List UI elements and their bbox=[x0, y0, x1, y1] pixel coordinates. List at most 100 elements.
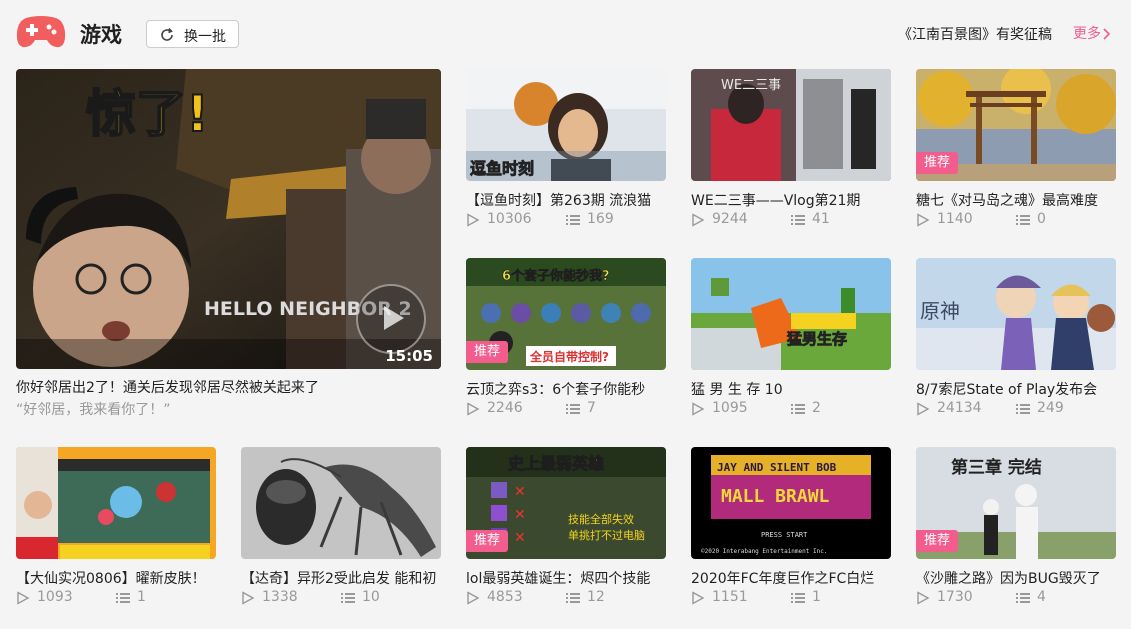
svg-text:逗鱼时刻: 逗鱼时刻 bbox=[470, 159, 534, 178]
video-stats: 1151 1 bbox=[691, 589, 891, 609]
svg-text:技能全部失效: 技能全部失效 bbox=[568, 512, 634, 526]
danmaku-count-value: 10 bbox=[362, 589, 380, 605]
danmaku-count-value: 1 bbox=[812, 589, 821, 605]
svg-text:全员自带控制?: 全员自带控制? bbox=[529, 349, 609, 364]
video-title[interactable]: 【大仙实况0806】曜新皮肤！ bbox=[16, 568, 216, 588]
play-count-value: 9244 bbox=[712, 211, 748, 227]
video-thumbnail[interactable]: 推荐 bbox=[916, 69, 1116, 181]
video-card[interactable]: JAY AND SILENT BOB MALL BRAWL PRESS START ©… bbox=[691, 447, 891, 617]
video-thumbnail[interactable]: 猛男生存 bbox=[691, 258, 891, 370]
svg-text:第三章 完结: 第三章 完结 bbox=[951, 457, 1042, 478]
video-thumbnail[interactable] bbox=[241, 447, 441, 559]
danmaku-icon bbox=[341, 593, 355, 603]
video-card[interactable]: 6个套子你能秒我? 全员自带控制? 推荐 云顶之弈s3：6个套子你能秒 2246 7 bbox=[466, 258, 666, 428]
video-card[interactable]: 原神 8/7索尼State of Play发布会 24134 249 bbox=[916, 258, 1116, 428]
play-count-icon bbox=[242, 591, 255, 605]
play-count-icon bbox=[467, 213, 480, 227]
video-stats: 1095 2 bbox=[691, 400, 891, 420]
play-count-icon bbox=[692, 402, 705, 416]
svg-text:✕: ✕ bbox=[514, 484, 526, 500]
refresh-icon bbox=[161, 27, 173, 41]
play-count-value: 1338 bbox=[262, 589, 298, 605]
play-count-value: 10306 bbox=[487, 211, 532, 227]
video-thumbnail[interactable]: 原神 bbox=[916, 258, 1116, 370]
video-title[interactable]: 糖七《对马岛之魂》最高难度 bbox=[916, 190, 1116, 210]
video-stats: 1140 0 bbox=[916, 211, 1116, 231]
refresh-button[interactable]: 换一批 bbox=[146, 20, 239, 48]
video-card[interactable]: 史上最弱英雄 ✕ ✕ ✕ 技能全部失效 单挑打不过电脑 推荐 lol最弱英雄诞生：烬四个技能 4… bbox=[466, 447, 666, 617]
danmaku-count-value: 249 bbox=[1037, 400, 1064, 416]
video-thumbnail[interactable]: 6个套子你能秒我? 全员自带控制? 推荐 bbox=[466, 258, 666, 370]
featured-title[interactable]: 你好邻居出2了！通关后发现邻居尽然被关起来了 bbox=[16, 377, 441, 397]
play-count-value: 1095 bbox=[712, 400, 748, 416]
featured-thumbnail[interactable]: 惊了! HELLO NEIGHBOR 2 15:05 bbox=[16, 69, 441, 369]
promo-link[interactable]: 《江南百景图》有奖征稿 bbox=[898, 24, 1052, 44]
play-count-value: 1093 bbox=[37, 589, 73, 605]
refresh-label: 换一批 bbox=[184, 29, 226, 45]
video-card[interactable]: 逗鱼时刻【逗鱼时刻】第263期 流浪猫 10306 169 bbox=[466, 69, 666, 239]
danmaku-icon bbox=[1016, 404, 1030, 414]
video-card[interactable]: 推荐糖七《对马岛之魂》最高难度 1140 0 bbox=[916, 69, 1116, 239]
video-title[interactable]: 《沙雕之路》因为BUG毁灭了 bbox=[916, 568, 1116, 588]
video-stats: 24134 249 bbox=[916, 400, 1116, 420]
video-thumbnail[interactable]: 史上最弱英雄 ✕ ✕ ✕ 技能全部失效 单挑打不过电脑 推荐 bbox=[466, 447, 666, 559]
danmaku-count-value: 7 bbox=[587, 400, 596, 416]
danmaku-icon bbox=[1016, 593, 1030, 603]
video-stats: 4853 12 bbox=[466, 589, 666, 609]
video-card[interactable]: 第三章 完结 推荐《沙雕之路》因为BUG毁灭了 1730 4 bbox=[916, 447, 1116, 617]
video-title[interactable]: 【达奇】异形2受此启发 能和初 bbox=[241, 568, 441, 588]
video-title[interactable]: 2020年FC年度巨作之FC白烂 bbox=[691, 568, 891, 588]
video-thumbnail[interactable]: WE二三事 bbox=[691, 69, 891, 181]
play-count-icon bbox=[917, 213, 930, 227]
play-count-value: 1140 bbox=[937, 211, 973, 227]
video-stats: 10306 169 bbox=[466, 211, 666, 231]
video-thumbnail[interactable] bbox=[16, 447, 216, 559]
video-title[interactable]: lol最弱英雄诞生：烬四个技能 bbox=[466, 568, 666, 588]
danmaku-count-value: 1 bbox=[137, 589, 146, 605]
video-thumbnail[interactable]: JAY AND SILENT BOB MALL BRAWL PRESS START ©… bbox=[691, 447, 891, 559]
video-card[interactable]: 猛男生存猛 男 生 存 10 1095 2 bbox=[691, 258, 891, 428]
video-thumbnail[interactable]: 第三章 完结 推荐 bbox=[916, 447, 1116, 559]
video-title[interactable]: 云顶之弈s3：6个套子你能秒 bbox=[466, 379, 666, 399]
play-count-icon bbox=[917, 402, 930, 416]
recommend-badge: 推荐 bbox=[916, 152, 959, 174]
svg-text:✕: ✕ bbox=[514, 530, 526, 546]
video-duration: 15:05 bbox=[385, 347, 433, 365]
danmaku-icon bbox=[791, 404, 805, 414]
recommend-badge: 推荐 bbox=[466, 530, 509, 552]
danmaku-icon bbox=[791, 215, 805, 225]
video-stats: 9244 41 bbox=[691, 211, 891, 231]
play-button-icon[interactable] bbox=[356, 284, 426, 354]
svg-text:MALL BRAWL: MALL BRAWL bbox=[721, 486, 830, 507]
danmaku-count-value: 4 bbox=[1037, 589, 1046, 605]
featured-video-card[interactable]: 惊了! HELLO NEIGHBOR 2 15:05 你好邻居出2了！通关后发现… bbox=[16, 69, 441, 429]
play-count-value: 1151 bbox=[712, 589, 748, 605]
featured-subtitle: “好邻居，我来看你了！” bbox=[16, 402, 171, 418]
play-count-value: 4853 bbox=[487, 589, 523, 605]
video-card[interactable]: 【达奇】异形2受此启发 能和初 1338 10 bbox=[241, 447, 441, 617]
video-title[interactable]: WE二三事——Vlog第21期 bbox=[691, 190, 891, 210]
chevron-right-icon bbox=[1103, 28, 1111, 40]
video-stats: 1338 10 bbox=[241, 589, 441, 609]
game-controller-icon bbox=[16, 16, 66, 48]
svg-text:原神: 原神 bbox=[920, 299, 960, 323]
danmaku-count-value: 2 bbox=[812, 400, 821, 416]
more-label: 更多 bbox=[1073, 26, 1101, 42]
section-header: 游戏 换一批 《江南百景图》有奖征稿 更多 bbox=[0, 0, 1131, 69]
video-title[interactable]: 【逗鱼时刻】第263期 流浪猫 bbox=[466, 190, 666, 210]
svg-text:史上最弱英雄: 史上最弱英雄 bbox=[508, 454, 604, 473]
video-card[interactable]: 【大仙实况0806】曜新皮肤！ 1093 1 bbox=[16, 447, 216, 617]
video-title[interactable]: 8/7索尼State of Play发布会 bbox=[916, 379, 1116, 399]
svg-text:6个套子你能秒我?: 6个套子你能秒我? bbox=[502, 268, 610, 284]
play-count-icon bbox=[692, 591, 705, 605]
video-thumbnail[interactable]: 逗鱼时刻 bbox=[466, 69, 666, 181]
svg-text:PRESS START: PRESS START bbox=[761, 531, 808, 539]
play-count-value: 1730 bbox=[937, 589, 973, 605]
svg-text:WE二三事: WE二三事 bbox=[721, 78, 781, 93]
svg-text:单挑打不过电脑: 单挑打不过电脑 bbox=[568, 528, 645, 542]
video-card[interactable]: WE二三事 WE二三事——Vlog第21期 9244 41 bbox=[691, 69, 891, 239]
play-count-value: 2246 bbox=[487, 400, 523, 416]
danmaku-count-value: 12 bbox=[587, 589, 605, 605]
video-title[interactable]: 猛 男 生 存 10 bbox=[691, 379, 891, 399]
more-link[interactable]: 更多 bbox=[1073, 23, 1111, 43]
